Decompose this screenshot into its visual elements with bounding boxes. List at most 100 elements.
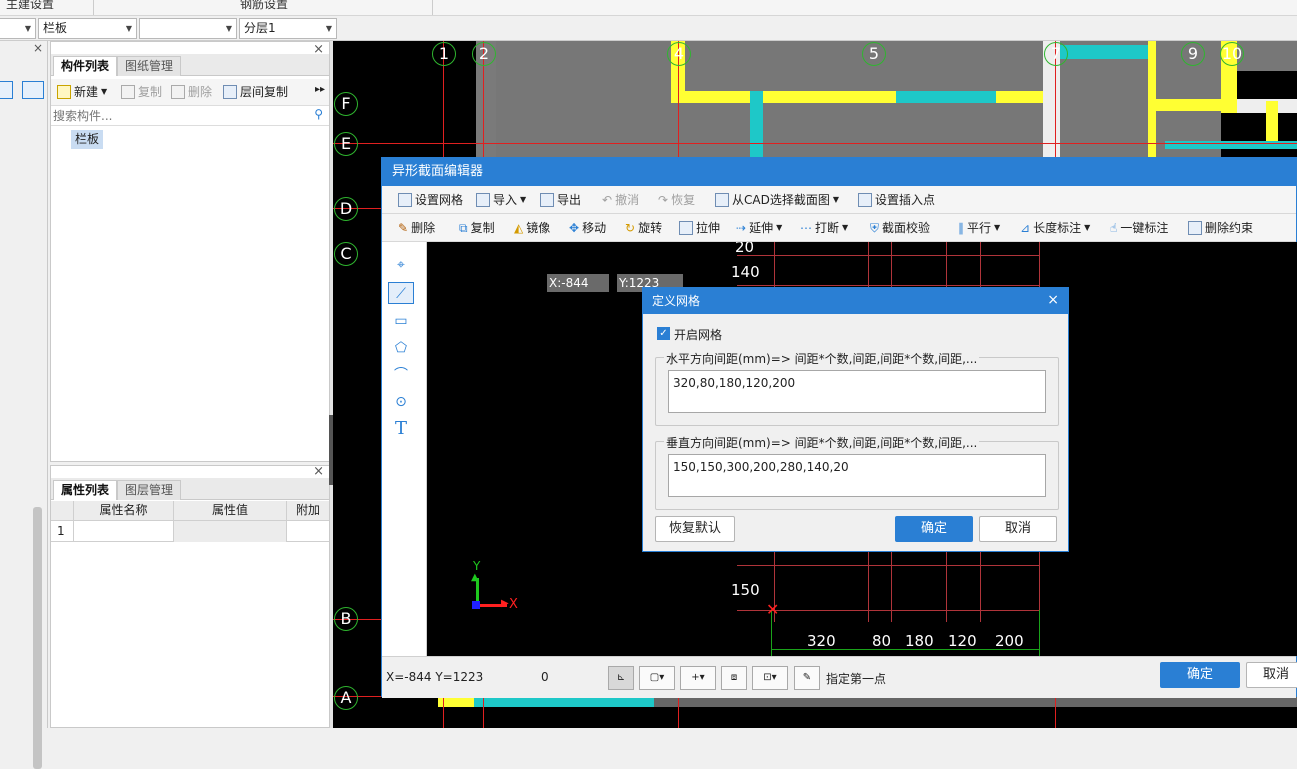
grid-cancel-button[interactable]: 取消 [979,516,1057,542]
delete-tool-label: 删除 [411,221,436,235]
tab-layer-management[interactable]: 图层管理 [117,480,182,500]
close-icon[interactable]: × [1047,292,1059,308]
grid-ok-button[interactable]: 确定 [895,516,973,542]
auto-dim-button[interactable]: ☝ 一键标注 [1110,215,1168,241]
grid-line [737,255,1039,256]
stretch-tool-button[interactable]: 拉伸 [679,215,720,241]
layer-toggle-icon[interactable]: ⧈ [721,666,747,690]
restore-default-button[interactable]: 恢复默认 [655,516,735,542]
brush-icon: ✎ [398,221,409,235]
arc-tool-icon[interactable]: ⌒ [388,364,414,386]
horizontal-spacing-input[interactable]: 320,80,180,120,200 [668,370,1046,413]
close-icon[interactable]: × [33,41,43,55]
select-from-cad-button[interactable]: 从CAD选择截面图 ▼ [715,187,839,213]
row-extra-cell[interactable] [286,521,329,542]
new-button[interactable]: 新建 ▼ [57,79,107,105]
snap-toggle-icon[interactable]: ▢▾ [639,666,675,690]
parallel-tool-label: 平行 [967,221,992,235]
enable-grid-label: 开启网格 [674,328,723,342]
copy-icon: ⧉ [459,221,468,235]
dimension-toggle-icon[interactable]: +▾ [680,666,716,690]
length-dim-button[interactable]: ⊿ 长度标注 ▼ [1020,215,1090,241]
export-button[interactable]: 导出 [540,187,581,213]
rotate-tool-button[interactable]: ↻ 旋转 [625,215,662,241]
properties-tabbar: 属性列表 图层管理 [51,478,329,500]
dim-label-bottom: 180 [905,632,934,650]
table-header: 属性名称 属性值 附加 [51,501,329,521]
layer-select[interactable]: 分层1 ▼ [239,18,337,39]
ortho-toggle-icon[interactable]: ⊾ [608,666,634,690]
chevron-down-icon: ▼ [832,195,839,204]
card-view-icon[interactable] [22,81,44,99]
dim-line [1039,610,1040,656]
search-row: ⚲ [51,106,329,126]
length-dim-label: 长度标注 [1033,221,1082,235]
break-tool-button[interactable]: ⋯ 打断 ▼ [800,215,848,241]
tab-component-list[interactable]: 构件列表 [53,56,118,76]
ribbon-tab-rebar-settings[interactable]: 钢筋设置 [240,0,288,12]
extend-tool-button[interactable]: ⇢ 延伸 ▼ [736,215,782,241]
floor-copy-button[interactable]: 层间复制 [223,79,288,105]
import-label: 导入 [493,193,518,207]
new-file-icon [57,85,71,99]
table-row[interactable]: 1 [51,521,329,542]
display-toggle-icon[interactable]: ⊡▾ [752,666,788,690]
copy-tool-button[interactable]: ⧉ 复制 [459,215,495,241]
blank-select[interactable]: ▼ [139,18,237,39]
edit-toggle-icon[interactable]: ✎ [794,666,820,690]
tab-property-list[interactable]: 属性列表 [53,480,118,500]
far-left-pane: × [0,41,48,769]
y-axis-label: Y [473,559,481,573]
scrollbar[interactable] [33,507,42,769]
close-icon[interactable]: × [313,464,324,479]
vertical-spacing-group: 垂直方向间距(mm)=> 间距*个数,间距,间距*个数,间距,... 150,1… [655,434,1059,510]
chevron-down-icon: ▼ [225,24,232,33]
circle-tool-icon[interactable]: ⊙ [388,391,414,413]
delete-button[interactable]: 删除 [171,79,212,105]
copy-button[interactable]: 复制 [121,79,162,105]
component-type-select[interactable]: 栏板 ▼ [38,18,137,39]
dim-label-top: 20 [735,242,755,256]
move-tool-button[interactable]: ✥ 移动 [569,215,606,241]
chevron-down-icon: ▼ [994,223,1001,232]
line-tool-icon[interactable]: ⟋ [388,282,414,304]
axis-label-9: 9 [1181,42,1205,66]
extend-icon: ⇢ [736,221,747,235]
set-insert-point-button[interactable]: 设置插入点 [858,187,935,213]
section-editor-toolbar-2: ✎ 删除 ⧉ 复制 ◭ 镜像 ✥ 移动 ↻ 旋转 拉伸 ⇢ 延伸 ▼ ⋯ 打断 ▼ ⛨ 截面校验 ∥… [382,214,1296,242]
redo-icon: ↷ [658,193,669,207]
delete-tool-button[interactable]: ✎ 删除 [398,215,435,241]
search-icon[interactable]: ⚲ [314,107,323,121]
search-input[interactable] [53,107,303,124]
ribbon-tab-main-settings[interactable]: 主建设置 [6,0,54,12]
component-list-pane: × 构件列表 图纸管理 新建▼ 复制 删除 层间复制 ▸▸ ⚲ 栏板 [50,41,330,462]
editor-cancel-button[interactable]: 取消 [1246,662,1297,688]
dim-label-bottom: 320 [807,632,836,650]
list-item[interactable]: 栏板 [71,130,104,149]
set-insert-point-label: 设置插入点 [875,193,936,207]
delete-constraint-button[interactable]: 删除约束 [1188,215,1253,241]
text-tool-icon[interactable]: T [388,418,414,440]
point-tool-icon[interactable]: ⌖ [388,254,414,276]
redo-button[interactable]: ↷ 恢复 [658,187,695,213]
parallel-tool-button[interactable]: ∥ 平行 ▼ [958,215,1000,241]
wall-cyan [896,91,996,103]
more-icon[interactable]: ▸▸ [315,84,325,95]
list-view-icon[interactable] [0,81,13,99]
polygon-tool-icon[interactable]: ⬠ [388,337,414,359]
mirror-tool-button[interactable]: ◭ 镜像 [514,215,550,241]
define-grid-dialog: 定义网格 × ✓ 开启网格 水平方向间距(mm)=> 间距*个数,间距,间距*个… [642,287,1069,552]
editor-ok-button[interactable]: 确定 [1160,662,1240,688]
section-check-button[interactable]: ⛨ 截面校验 [870,215,930,241]
tab-drawing-management[interactable]: 图纸管理 [117,56,182,76]
status-value: 0 [541,670,549,684]
import-button[interactable]: 导入 ▼ [476,187,526,213]
undo-button[interactable]: ↶ 撤消 [602,187,639,213]
row-name-cell[interactable] [73,521,173,542]
rectangle-tool-icon[interactable]: ▭ [388,310,414,332]
row-value-cell[interactable] [173,521,286,542]
set-grid-button[interactable]: 设置网格 [398,187,463,213]
vertical-spacing-input[interactable]: 150,150,300,200,280,140,20 [668,454,1046,497]
enable-grid-checkbox[interactable]: ✓ [657,327,670,340]
partial-combo[interactable]: ▼ [0,18,36,39]
